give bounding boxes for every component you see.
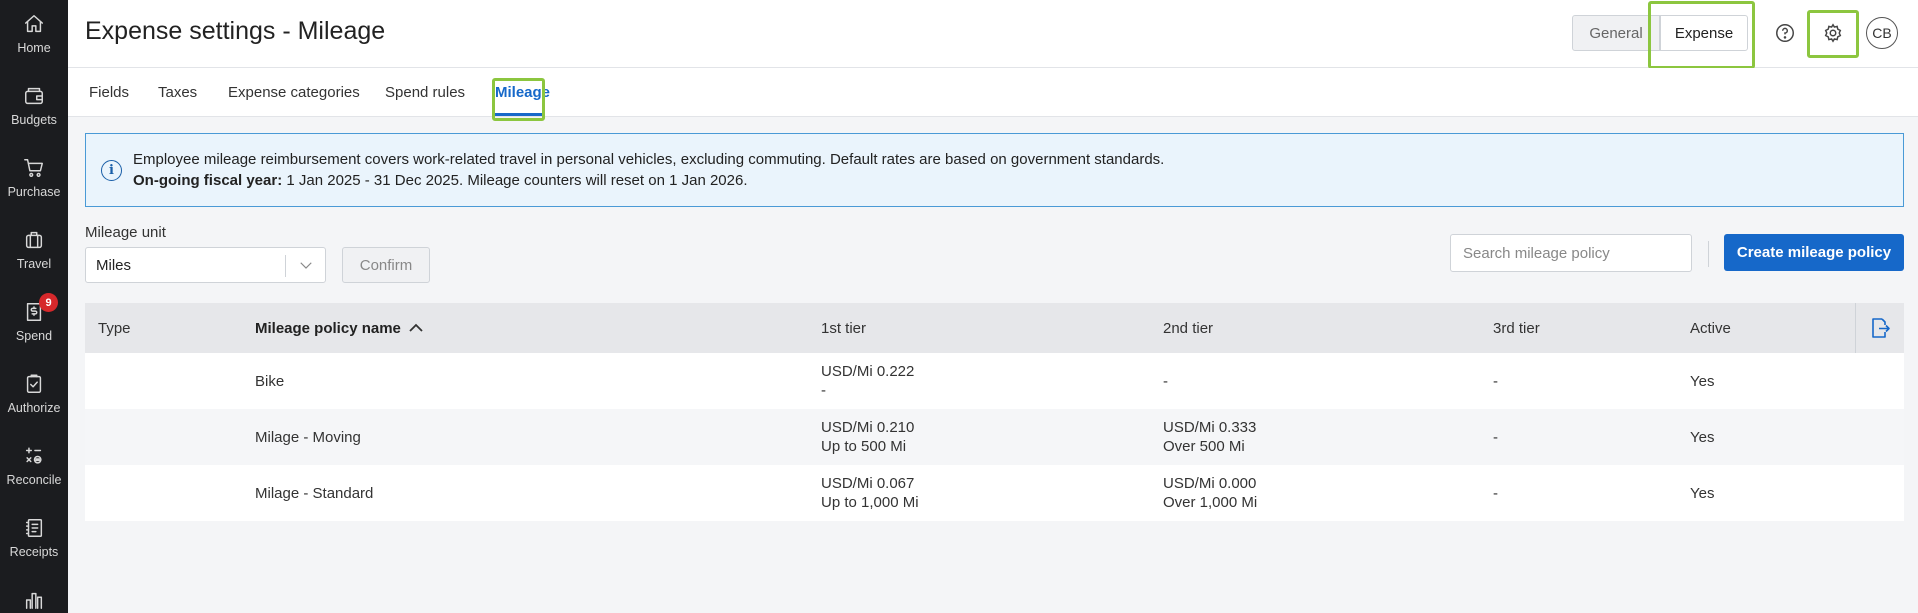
search-input[interactable] — [1450, 234, 1692, 272]
table-row[interactable]: Milage - Standard USD/Mi 0.067 Up to 1,00… — [85, 465, 1904, 521]
wallet-icon — [22, 84, 46, 108]
info-icon: i — [101, 160, 122, 181]
tier-1-rate: USD/Mi 0.067 — [821, 475, 915, 492]
tab-spend-rules[interactable]: Spend rules — [385, 84, 465, 101]
nav-item-purchase[interactable]: Purchase — [0, 144, 68, 216]
nav-label: Receipts — [9, 545, 59, 559]
header-policy-name-label: Mileage policy name — [255, 320, 401, 337]
receipt-book-icon — [22, 516, 46, 540]
cell-tier-3: - — [1493, 485, 1498, 502]
tier-2-limit: Over 500 Mi — [1163, 438, 1245, 455]
active-tab-indicator — [495, 113, 545, 116]
banner-description: Employee mileage reimbursement covers wo… — [133, 151, 1165, 168]
general-toggle-button[interactable]: General — [1572, 15, 1660, 51]
tier-2-limit: Over 1,000 Mi — [1163, 494, 1258, 511]
nav-item-budgets[interactable]: Budgets — [0, 72, 68, 144]
calculator-icon — [22, 444, 46, 468]
tier-1-limit: Up to 1,000 Mi — [821, 494, 919, 511]
table-row[interactable]: Milage - Moving USD/Mi 0.210 Up to 500 Mi… — [85, 409, 1904, 465]
cell-policy-name: Bike — [255, 373, 285, 390]
nav-item-reconcile[interactable]: Reconcile — [0, 432, 68, 504]
nav-item-home[interactable]: Home — [0, 0, 68, 72]
mileage-unit-label: Mileage unit — [85, 224, 166, 241]
cell-tier-2: USD/Mi 0.000 Over 1,000 Mi — [1163, 474, 1257, 512]
header-active[interactable]: Active — [1690, 320, 1731, 337]
table-row[interactable]: Bike USD/Mi 0.222 - - - Yes — [85, 353, 1904, 409]
clipboard-check-icon — [22, 372, 46, 396]
help-icon — [1776, 24, 1794, 42]
nav-label: Authorize — [7, 401, 61, 415]
fiscal-year-label: On-going fiscal year: — [133, 172, 283, 189]
header-policy-name[interactable]: Mileage policy name — [255, 320, 423, 337]
cart-icon — [22, 156, 46, 180]
nav-label: Spend — [15, 329, 53, 343]
cell-active: Yes — [1690, 485, 1715, 502]
gear-icon — [1824, 23, 1842, 43]
fiscal-year-text: 1 Jan 2025 - 31 Dec 2025. Mileage counte… — [282, 172, 748, 189]
select-divider — [285, 255, 286, 277]
avatar[interactable]: CB — [1866, 17, 1898, 49]
export-button[interactable] — [1855, 303, 1904, 353]
export-icon — [1872, 318, 1890, 338]
cell-tier-1: USD/Mi 0.210 Up to 500 Mi — [821, 418, 914, 456]
header-type[interactable]: Type — [98, 320, 131, 337]
info-banner: i Employee mileage reimbursement covers … — [85, 133, 1904, 207]
tier-1-limit: Up to 500 Mi — [821, 438, 907, 455]
tier-1-rate: USD/Mi 0.210 — [821, 419, 915, 436]
mileage-unit-select[interactable]: Miles — [85, 247, 326, 283]
nav-label: Purchase — [7, 185, 61, 199]
nav-item-receipts[interactable]: Receipts — [0, 504, 68, 576]
sort-ascending-icon — [409, 320, 423, 337]
nav-label: Budgets — [11, 113, 57, 127]
confirm-button[interactable]: Confirm — [342, 247, 430, 283]
nav-label: Home — [17, 41, 51, 55]
header-tier-1[interactable]: 1st tier — [821, 320, 866, 337]
header-tier-3[interactable]: 3rd tier — [1493, 320, 1540, 337]
toolbar-divider — [1708, 241, 1709, 267]
tab-taxes[interactable]: Taxes — [158, 84, 197, 101]
help-button[interactable] — [1769, 17, 1801, 49]
tier-1-rate: USD/Mi 0.222 — [821, 363, 915, 380]
tab-expense-categories[interactable]: Expense categories — [228, 84, 360, 101]
create-mileage-policy-button[interactable]: Create mileage policy — [1724, 234, 1904, 271]
cell-active: Yes — [1690, 373, 1715, 390]
cell-tier-2: USD/Mi 0.333 Over 500 Mi — [1163, 418, 1256, 456]
banner-fiscal-year: On-going fiscal year: 1 Jan 2025 - 31 De… — [133, 172, 748, 189]
cell-tier-2: - — [1163, 373, 1168, 390]
receipt-dollar-icon: 9 — [22, 293, 58, 324]
cell-policy-name: Milage - Moving — [255, 429, 361, 446]
tier-1-limit: - — [821, 382, 826, 399]
suitcase-icon — [22, 228, 46, 252]
tab-mileage[interactable]: Mileage — [495, 84, 550, 101]
nav-label: Travel — [16, 257, 52, 271]
cell-tier-1: USD/Mi 0.222 - — [821, 362, 914, 400]
nav-item-spend[interactable]: 9 Spend — [0, 288, 68, 360]
left-nav: Home Budgets Purchase Travel 9 Spend Aut… — [0, 0, 68, 613]
tier-2-rate: USD/Mi 0.333 — [1163, 419, 1257, 436]
mileage-policy-table: Type Mileage policy name 1st tier 2nd ti… — [85, 303, 1904, 521]
cell-tier-1: USD/Mi 0.067 Up to 1,000 Mi — [821, 474, 919, 512]
tier-2-rate: USD/Mi 0.000 — [1163, 475, 1257, 492]
table-header: Type Mileage policy name 1st tier 2nd ti… — [85, 303, 1904, 353]
cell-policy-name: Milage - Standard — [255, 485, 374, 502]
chevron-down-icon — [297, 256, 315, 279]
expense-toggle-button[interactable]: Expense — [1660, 15, 1748, 51]
tab-fields[interactable]: Fields — [89, 84, 129, 101]
spend-badge: 9 — [39, 293, 58, 312]
nav-label: Reconcile — [6, 473, 62, 487]
header-tier-2[interactable]: 2nd tier — [1163, 320, 1213, 337]
nav-item-travel[interactable]: Travel — [0, 216, 68, 288]
cell-tier-3: - — [1493, 373, 1498, 390]
home-icon — [22, 12, 46, 36]
settings-tabs: Fields Taxes Expense categories Spend ru… — [68, 68, 1918, 121]
bar-chart-icon — [22, 588, 46, 612]
cell-tier-3: - — [1493, 429, 1498, 446]
mileage-unit-value: Miles — [96, 257, 132, 274]
settings-button[interactable] — [1817, 17, 1849, 49]
nav-item-authorize[interactable]: Authorize — [0, 360, 68, 432]
page-title: Expense settings - Mileage — [85, 17, 386, 45]
cell-active: Yes — [1690, 429, 1715, 446]
page-header: Expense settings - Mileage General Expen… — [68, 0, 1918, 69]
nav-item-analytics[interactable] — [0, 576, 68, 613]
